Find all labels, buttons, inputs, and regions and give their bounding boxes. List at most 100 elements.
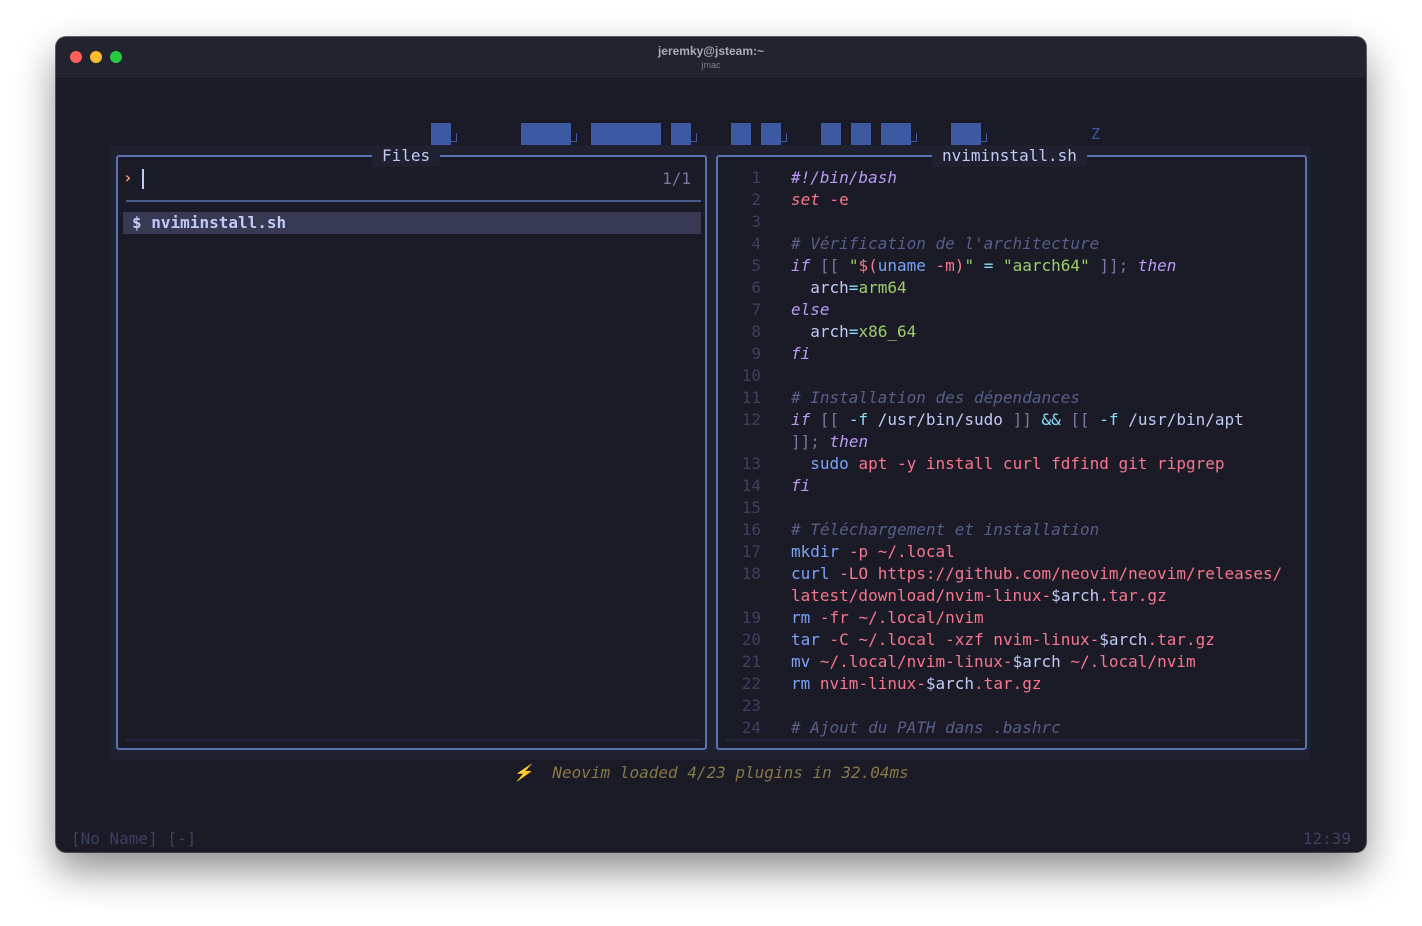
line-number: 7 <box>751 300 761 319</box>
code-token: -f <box>848 410 869 429</box>
code-token: fi <box>791 344 811 363</box>
code-token: .tar.gz <box>1147 630 1215 649</box>
code-text: set -e <box>791 189 849 211</box>
result-item-label: nviminstall.sh <box>151 213 287 232</box>
code-token: mv <box>791 652 811 671</box>
search-input[interactable] <box>142 169 144 189</box>
prompt-divider <box>126 200 701 202</box>
code-line: 23 <box>718 695 1305 717</box>
code-line: 8 arch=x86_64 <box>718 321 1305 343</box>
code-text: tar -C ~/.local -xzf nvim-linux-$arch.ta… <box>791 629 1215 651</box>
dashboard-block <box>731 123 751 145</box>
window-title: jeremky@jsteam:~ <box>657 44 765 58</box>
code-token: rm <box>791 608 811 627</box>
code-line: 2 set -e <box>718 189 1305 211</box>
code-token: if <box>791 410 811 429</box>
code-token: arm64 <box>858 278 907 297</box>
code-text: #!/bin/bash <box>791 167 897 189</box>
code-preview[interactable]: 1 #!/bin/bash 2 set -e 3 4 # Vérification de l… <box>718 167 1305 739</box>
code-token: [[ <box>819 256 840 275</box>
dashboard-letter: Z <box>1091 125 1101 143</box>
line-number: 1 <box>751 168 761 187</box>
code-line: 12 if [[ -f /usr/bin/sudo ]] && [[ -f /us… <box>718 409 1305 431</box>
code-token: $arch <box>1051 586 1100 605</box>
code-token: arch <box>791 322 849 341</box>
code-line: 15 <box>718 497 1305 519</box>
code-token: ~/.local/nvim-linux- <box>819 652 1013 671</box>
code-token: #!/bin/bash <box>791 168 897 187</box>
code-line: 4 # Vérification de l'architecture <box>718 233 1305 255</box>
code-token: && <box>1041 410 1061 429</box>
code-line: 22 rm nvim-linux-$arch.tar.gz <box>718 673 1305 695</box>
dashboard-block <box>671 123 691 145</box>
code-token: ]]; <box>1099 256 1129 275</box>
code-token: ]] <box>1012 410 1032 429</box>
line-number: 8 <box>751 322 761 341</box>
preview-panel-title: nviminstall.sh <box>932 145 1087 167</box>
code-line: 10 <box>718 365 1305 387</box>
code-text: arch=arm64 <box>791 277 907 299</box>
code-text: latest/download/nvim-linux-$arch.tar.gz <box>791 585 1167 607</box>
code-token: mkdir <box>791 542 840 561</box>
window-subtitle: jmac <box>701 60 721 70</box>
dashboard-block <box>851 123 871 145</box>
code-text: curl -LO https://github.com/neovim/neovi… <box>791 563 1282 585</box>
code-text: # Installation des dépendances <box>791 387 1080 409</box>
lightning-icon: ⚡ <box>513 763 534 782</box>
dashboard-block-corner <box>571 133 577 142</box>
line-number: 6 <box>751 278 761 297</box>
code-token: ]]; <box>791 432 820 451</box>
result-item[interactable]: $ nviminstall.sh <box>123 212 701 234</box>
startup-message-text: Neovim loaded 4/23 plugins in 32.04ms <box>552 763 909 782</box>
code-line: 19 rm -fr ~/.local/nvim <box>718 607 1305 629</box>
terminal-window: jeremky@jsteam:~ jmac Z Files › 1/1 $ nv… <box>56 37 1366 852</box>
match-count: 1/1 <box>662 169 691 188</box>
line-number: 21 <box>741 652 761 671</box>
line-number: 20 <box>741 630 761 649</box>
code-token: apt -y install curl fdfind git ripgrep <box>858 454 1225 473</box>
code-line: 7 else <box>718 299 1305 321</box>
code-line: 16 # Téléchargement et installation <box>718 519 1305 541</box>
line-number: 2 <box>751 190 761 209</box>
code-token: then <box>829 432 869 451</box>
code-token: $arch <box>925 674 975 693</box>
code-token: if <box>791 256 811 275</box>
code-token: -C ~/.local -xzf nvim-linux- <box>829 630 1100 649</box>
code-token: nvim-linux- <box>819 674 926 693</box>
code-text: fi <box>791 475 810 497</box>
title-bar[interactable]: jeremky@jsteam:~ jmac <box>56 37 1366 79</box>
code-token: # Installation des dépendances <box>791 388 1080 407</box>
code-line: 3 <box>718 211 1305 233</box>
dashboard-block <box>821 123 841 145</box>
code-text: rm -fr ~/.local/nvim <box>791 607 984 629</box>
code-token: else <box>791 300 830 319</box>
code-token: .tar.gz <box>974 674 1042 693</box>
clock: 12:39 <box>1302 829 1351 848</box>
code-text: # Ajout du PATH dans .bashrc <box>791 717 1061 739</box>
code-token: -e <box>829 190 849 209</box>
code-token: -m) <box>935 256 965 275</box>
code-token: [[ <box>1070 410 1090 429</box>
line-number: 11 <box>741 388 761 407</box>
dashboard-block-corner <box>911 133 917 142</box>
line-number: 4 <box>751 234 761 253</box>
code-text: rm nvim-linux-$arch.tar.gz <box>791 673 1041 695</box>
code-line: 1 #!/bin/bash <box>718 167 1305 189</box>
dashboard-block-corner <box>981 133 987 142</box>
code-token: latest/download/nvim-linux- <box>791 586 1052 605</box>
code-token: " <box>848 256 859 275</box>
line-number: 24 <box>741 718 761 737</box>
